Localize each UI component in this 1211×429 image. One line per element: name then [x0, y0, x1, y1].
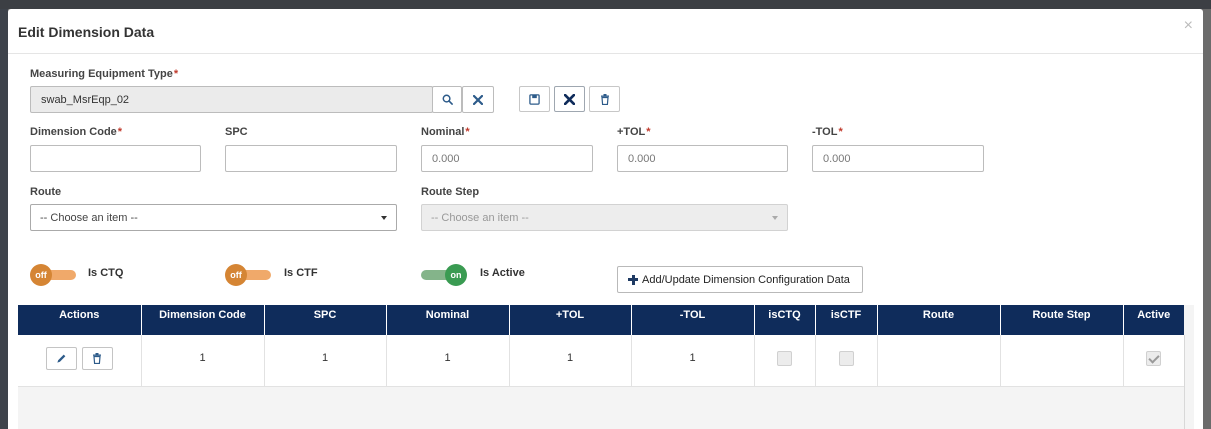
equipment-type-label-text: Measuring Equipment Type	[30, 68, 173, 80]
nominal-label-text: Nominal	[421, 126, 465, 138]
nominal-cell: 1	[386, 335, 510, 387]
spc-label: SPC	[225, 126, 248, 138]
trash-icon	[93, 352, 102, 364]
active-checkbox[interactable]	[1146, 350, 1161, 366]
route-step-selected-value: -- Choose an item --	[431, 212, 529, 224]
edit-dimension-modal: Edit Dimension Data × Measuring Equipmen…	[8, 9, 1203, 429]
plus-tol-input[interactable]	[617, 145, 788, 172]
required-mark: *	[117, 126, 123, 138]
trash-icon	[600, 93, 609, 105]
add-update-dimension-button[interactable]: Add/Update Dimension Configuration Data	[617, 266, 863, 293]
close-icon[interactable]: ×	[1184, 17, 1193, 35]
save-icon	[529, 93, 540, 105]
minus-tol-cell: 1	[631, 335, 755, 387]
table-row: 1 1 1 1 1	[18, 335, 1185, 387]
delete-button[interactable]	[589, 86, 620, 112]
nominal-label: Nominal*	[421, 126, 470, 138]
grid-header-row: Actions Dimension Code SPC Nominal +TOL …	[18, 305, 1184, 335]
modal-title: Edit Dimension Data	[18, 24, 155, 40]
equipment-type-field[interactable]	[30, 86, 433, 113]
route-step-cell	[1000, 335, 1124, 387]
chevron-down-icon	[772, 216, 778, 220]
column-header[interactable]: isCTF	[815, 305, 878, 335]
dimension-code-label-text: Dimension Code	[30, 126, 117, 138]
plus-tol-label-text: +TOL	[617, 126, 646, 138]
cancel-button[interactable]	[554, 86, 585, 112]
isctf-checkbox[interactable]	[838, 350, 854, 366]
route-step-select[interactable]: -- Choose an item --	[421, 204, 788, 231]
column-header[interactable]: Nominal	[386, 305, 510, 335]
dimension-code-cell: 1	[141, 335, 265, 387]
route-cell	[877, 335, 1001, 387]
is-ctq-label: Is CTQ	[88, 267, 124, 279]
chevron-down-icon	[381, 216, 387, 220]
close-icon	[564, 93, 575, 105]
column-header[interactable]: +TOL	[509, 305, 632, 335]
column-header[interactable]: Dimension Code	[141, 305, 265, 335]
column-header[interactable]: isCTQ	[754, 305, 816, 335]
is-active-toggle[interactable]: on	[421, 264, 467, 286]
is-active-label: Is Active	[480, 267, 525, 279]
is-ctq-toggle[interactable]: off	[30, 264, 76, 286]
minus-tol-label-text: -TOL	[812, 126, 838, 138]
equipment-type-label: Measuring Equipment Type*	[30, 68, 178, 80]
column-header[interactable]: Route Step	[1000, 305, 1124, 335]
isctq-checkbox[interactable]	[777, 350, 792, 366]
is-ctf-toggle[interactable]: off	[225, 264, 271, 286]
plus-icon	[628, 274, 638, 285]
toggle-knob: off	[30, 264, 52, 286]
nominal-input[interactable]	[421, 145, 593, 172]
route-select[interactable]: -- Choose an item --	[30, 204, 397, 231]
minus-tol-label: -TOL*	[812, 126, 843, 138]
save-button[interactable]	[519, 86, 550, 112]
pencil-icon	[57, 354, 66, 363]
equipment-clear-button[interactable]	[462, 86, 494, 113]
is-ctf-label: Is CTF	[284, 267, 318, 279]
dimension-table: Actions Dimension Code SPC Nominal +TOL …	[18, 305, 1185, 387]
route-selected-value: -- Choose an item --	[40, 212, 138, 224]
edit-row-button[interactable]	[45, 346, 77, 370]
modal-header: Edit Dimension Data ×	[8, 9, 1203, 54]
isctf-cell	[815, 335, 878, 387]
actions-cell	[18, 335, 142, 387]
required-mark: *	[465, 126, 470, 138]
search-icon	[442, 94, 453, 105]
add-update-dimension-label: Add/Update Dimension Configuration Data	[642, 273, 850, 286]
column-header[interactable]: Active	[1123, 305, 1184, 335]
toggle-knob: off	[225, 264, 247, 286]
delete-row-button[interactable]	[81, 346, 113, 370]
active-cell	[1123, 335, 1185, 387]
required-mark: *	[173, 68, 179, 80]
equipment-search-button[interactable]	[432, 86, 462, 113]
spc-input[interactable]	[225, 145, 397, 172]
backdrop-header	[0, 0, 1211, 9]
route-label: Route	[30, 186, 62, 198]
dimension-grid: Actions Dimension Code SPC Nominal +TOL …	[18, 305, 1194, 429]
backdrop-sidebar	[0, 9, 8, 429]
column-header[interactable]: Route	[877, 305, 1001, 335]
close-icon	[473, 94, 483, 105]
column-header[interactable]: SPC	[264, 305, 387, 335]
isctq-cell	[754, 335, 816, 387]
column-header[interactable]: Actions	[18, 305, 142, 335]
dimension-code-label: Dimension Code*	[30, 126, 122, 138]
minus-tol-input[interactable]	[812, 145, 984, 172]
route-step-label: Route Step	[421, 186, 480, 198]
grid-scrollbar[interactable]	[1184, 335, 1194, 429]
plus-tol-cell: 1	[509, 335, 632, 387]
spc-cell: 1	[264, 335, 387, 387]
plus-tol-label: +TOL*	[617, 126, 651, 138]
dimension-code-input[interactable]	[30, 145, 201, 172]
column-header[interactable]: -TOL	[631, 305, 755, 335]
required-mark: *	[838, 126, 843, 138]
toggle-knob: on	[445, 264, 467, 286]
required-mark: *	[646, 126, 651, 138]
